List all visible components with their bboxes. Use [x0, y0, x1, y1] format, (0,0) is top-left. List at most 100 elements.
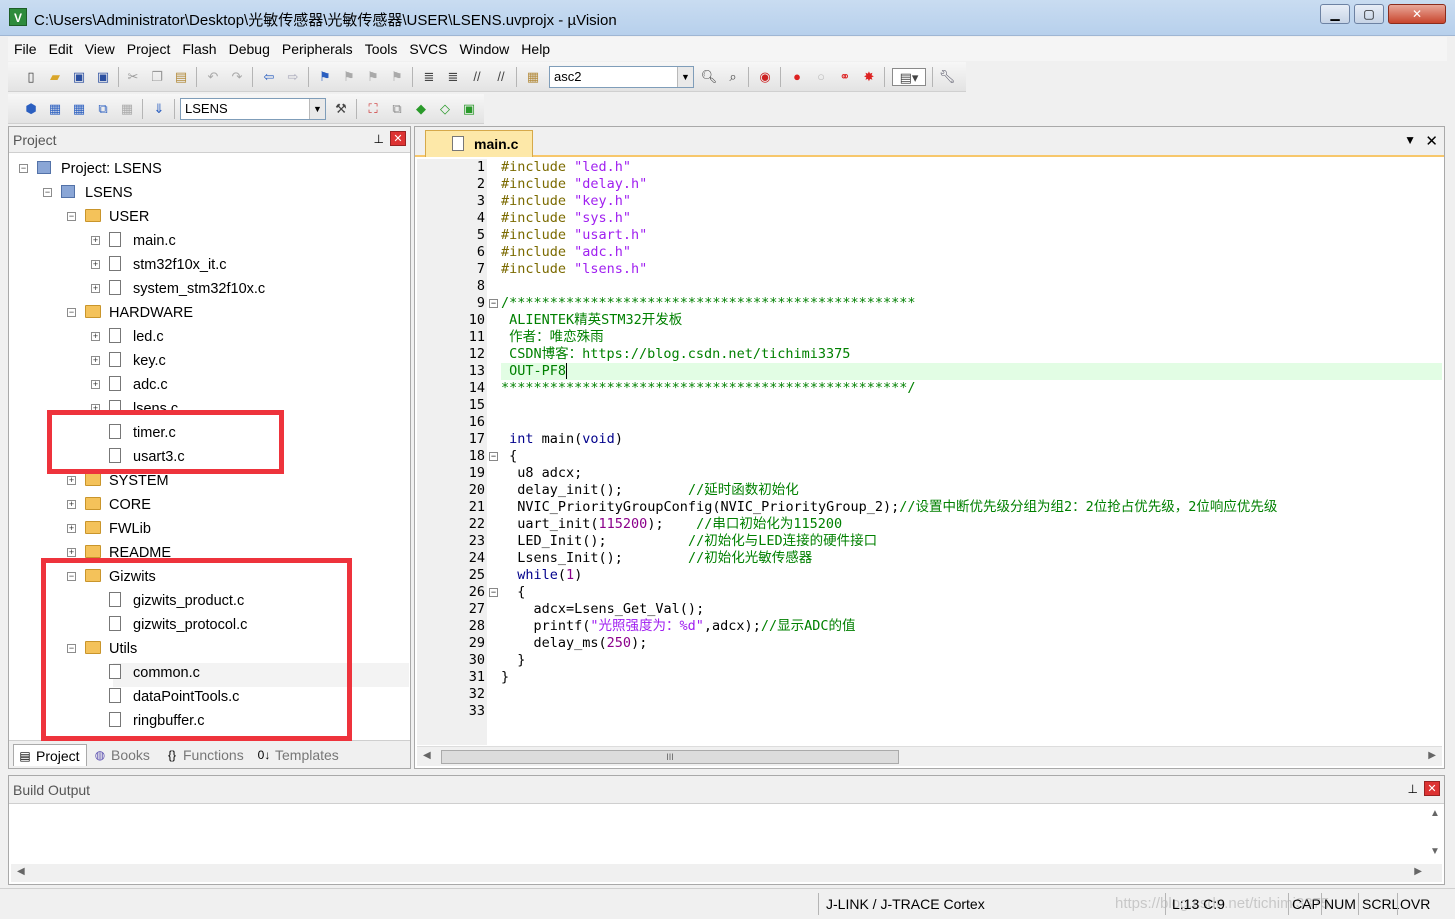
cut-icon[interactable]: ✂: [124, 68, 142, 86]
open-folder-icon[interactable]: ▰: [46, 68, 64, 86]
tree-folder-fwlib[interactable]: + FWLib: [9, 517, 409, 541]
fold-toggle-icon[interactable]: −: [489, 588, 498, 597]
menu-view[interactable]: View: [79, 37, 121, 61]
code-line[interactable]: }: [501, 652, 525, 669]
menu-peripherals[interactable]: Peripherals: [276, 37, 359, 61]
navigate-back-icon[interactable]: ⇦: [260, 68, 278, 86]
chevron-down-icon[interactable]: ▼: [677, 67, 693, 87]
code-line[interactable]: {: [501, 584, 525, 601]
pin-icon[interactable]: ⊥: [1408, 782, 1418, 796]
disable-breakpoints-icon[interactable]: ⚭: [836, 68, 854, 86]
menu-window[interactable]: Window: [454, 37, 516, 61]
menu-svcs[interactable]: SVCS: [403, 37, 453, 61]
bookmark-icon[interactable]: ⚑: [316, 68, 334, 86]
navigate-forward-icon[interactable]: ⇨: [284, 68, 302, 86]
code-line[interactable]: Lsens_Init(); //初始化光敏传感器: [501, 550, 812, 567]
collapse-icon[interactable]: −: [67, 308, 76, 317]
code-line[interactable]: uart_init(115200); //串口初始化为115200: [501, 516, 842, 533]
uvision-app-icon[interactable]: V: [9, 8, 27, 26]
vertical-scrollbar[interactable]: ▲ ▼: [1428, 806, 1442, 862]
code-line[interactable]: }: [501, 669, 509, 686]
code-line[interactable]: {: [501, 448, 517, 465]
expand-icon[interactable]: +: [67, 548, 76, 557]
expand-icon[interactable]: +: [91, 284, 100, 293]
tab-functions[interactable]: {} Functions: [161, 744, 251, 766]
code-line[interactable]: #include "key.h": [501, 193, 631, 210]
find-combo[interactable]: asc2 ▼: [549, 66, 694, 88]
code-line[interactable]: #include "delay.h": [501, 176, 647, 193]
batch-build-icon[interactable]: ⧉: [94, 100, 112, 118]
scroll-thumb[interactable]: III: [441, 750, 899, 764]
code-line[interactable]: #include "adc.h": [501, 244, 631, 261]
expand-icon[interactable]: +: [67, 476, 76, 485]
scroll-left-icon[interactable]: ◀: [423, 750, 431, 761]
fold-toggle-icon[interactable]: −: [489, 452, 498, 461]
tree-file-led-c[interactable]: + led.c: [9, 325, 409, 349]
code-text-area[interactable]: #include "led.h" #include "delay.h" #inclu…: [501, 159, 1442, 745]
code-line[interactable]: while(1): [501, 567, 582, 584]
select-packs-icon[interactable]: ◇: [436, 100, 454, 118]
minimize-button[interactable]: ▁: [1320, 4, 1350, 24]
code-line[interactable]: delay_init(); //延时函数初始化: [501, 482, 798, 499]
collapse-icon[interactable]: −: [43, 188, 52, 197]
redo-icon[interactable]: ↷: [228, 68, 246, 86]
manage-run-time-icon[interactable]: ◆: [412, 100, 430, 118]
tab-main-c[interactable]: main.c: [425, 130, 533, 157]
close-icon[interactable]: ✕: [1424, 781, 1440, 796]
code-line[interactable]: #include "led.h": [501, 159, 631, 176]
maximize-button[interactable]: ▢: [1354, 4, 1384, 24]
build-icon[interactable]: ▦: [46, 100, 64, 118]
expand-icon[interactable]: +: [91, 380, 100, 389]
find-in-files-icon[interactable]: ▦: [524, 68, 542, 86]
code-line[interactable]: CSDN博客：https://blog.csdn.net/tichimi3375: [501, 346, 850, 363]
fold-toggle-icon[interactable]: −: [489, 299, 498, 308]
menu-debug[interactable]: Debug: [223, 37, 276, 61]
comment-icon[interactable]: //: [468, 68, 486, 86]
target-options-icon[interactable]: ⚒: [332, 100, 350, 118]
tree-file-adc-c[interactable]: + adc.c: [9, 373, 409, 397]
translate-icon[interactable]: ⬢: [22, 100, 40, 118]
paste-icon[interactable]: ▤: [172, 68, 190, 86]
start-debug-icon[interactable]: ◉: [756, 68, 774, 86]
code-line[interactable]: #include "lsens.h": [501, 261, 647, 278]
expand-icon[interactable]: +: [67, 500, 76, 509]
menu-flash[interactable]: Flash: [176, 37, 222, 61]
menu-file[interactable]: File: [8, 37, 43, 61]
undo-icon[interactable]: ↶: [204, 68, 222, 86]
expand-icon[interactable]: +: [91, 332, 100, 341]
tree-folder-hardware[interactable]: − HARDWARE: [9, 301, 409, 325]
expand-icon[interactable]: +: [91, 356, 100, 365]
close-window-button[interactable]: ✕: [1388, 4, 1446, 24]
tree-folder-core[interactable]: + CORE: [9, 493, 409, 517]
pack-installer-icon[interactable]: ▣: [460, 100, 478, 118]
tree-folder-user[interactable]: − USER: [9, 205, 409, 229]
kill-breakpoints-icon[interactable]: ✸: [860, 68, 878, 86]
code-line[interactable]: delay_ms(250);: [501, 635, 648, 652]
expand-icon[interactable]: +: [91, 260, 100, 269]
code-line[interactable]: ****************************************…: [501, 380, 916, 397]
tree-project-root[interactable]: − Project: LSENS: [9, 157, 409, 181]
insert-breakpoint-icon[interactable]: ●: [788, 68, 806, 86]
code-line[interactable]: adcx=Lsens_Get_Val();: [501, 601, 705, 618]
pin-icon[interactable]: ⊥: [374, 132, 384, 146]
save-all-icon[interactable]: ▣: [94, 68, 112, 86]
code-line[interactable]: #include "usart.h": [501, 227, 647, 244]
collapse-icon[interactable]: −: [19, 164, 28, 173]
tab-books[interactable]: ◍ Books: [89, 744, 159, 766]
menu-help[interactable]: Help: [515, 37, 556, 61]
collapse-icon[interactable]: −: [67, 212, 76, 221]
next-bookmark-icon[interactable]: ⚑: [364, 68, 382, 86]
find-icon[interactable]: 🔍︎: [700, 68, 718, 86]
horizontal-scrollbar[interactable]: ◀ III ▶: [417, 746, 1442, 766]
incremental-find-icon[interactable]: ⌕: [724, 68, 742, 86]
new-file-icon[interactable]: ▯: [22, 68, 40, 86]
tab-templates[interactable]: 0↓ Templates: [253, 744, 349, 766]
manage-components-icon[interactable]: ⛶: [364, 100, 382, 118]
configure-icon[interactable]: 🔧︎: [938, 68, 956, 86]
code-line[interactable]: OUT-PF8: [501, 363, 566, 380]
uncomment-icon[interactable]: //: [492, 68, 510, 86]
code-line[interactable]: NVIC_PriorityGroupConfig(NVIC_PriorityGr…: [501, 499, 1277, 516]
tree-file-system-stm32f10x-c[interactable]: + system_stm32f10x.c: [9, 277, 409, 301]
close-icon[interactable]: ✕: [390, 131, 406, 146]
code-line[interactable]: #include "sys.h": [501, 210, 631, 227]
